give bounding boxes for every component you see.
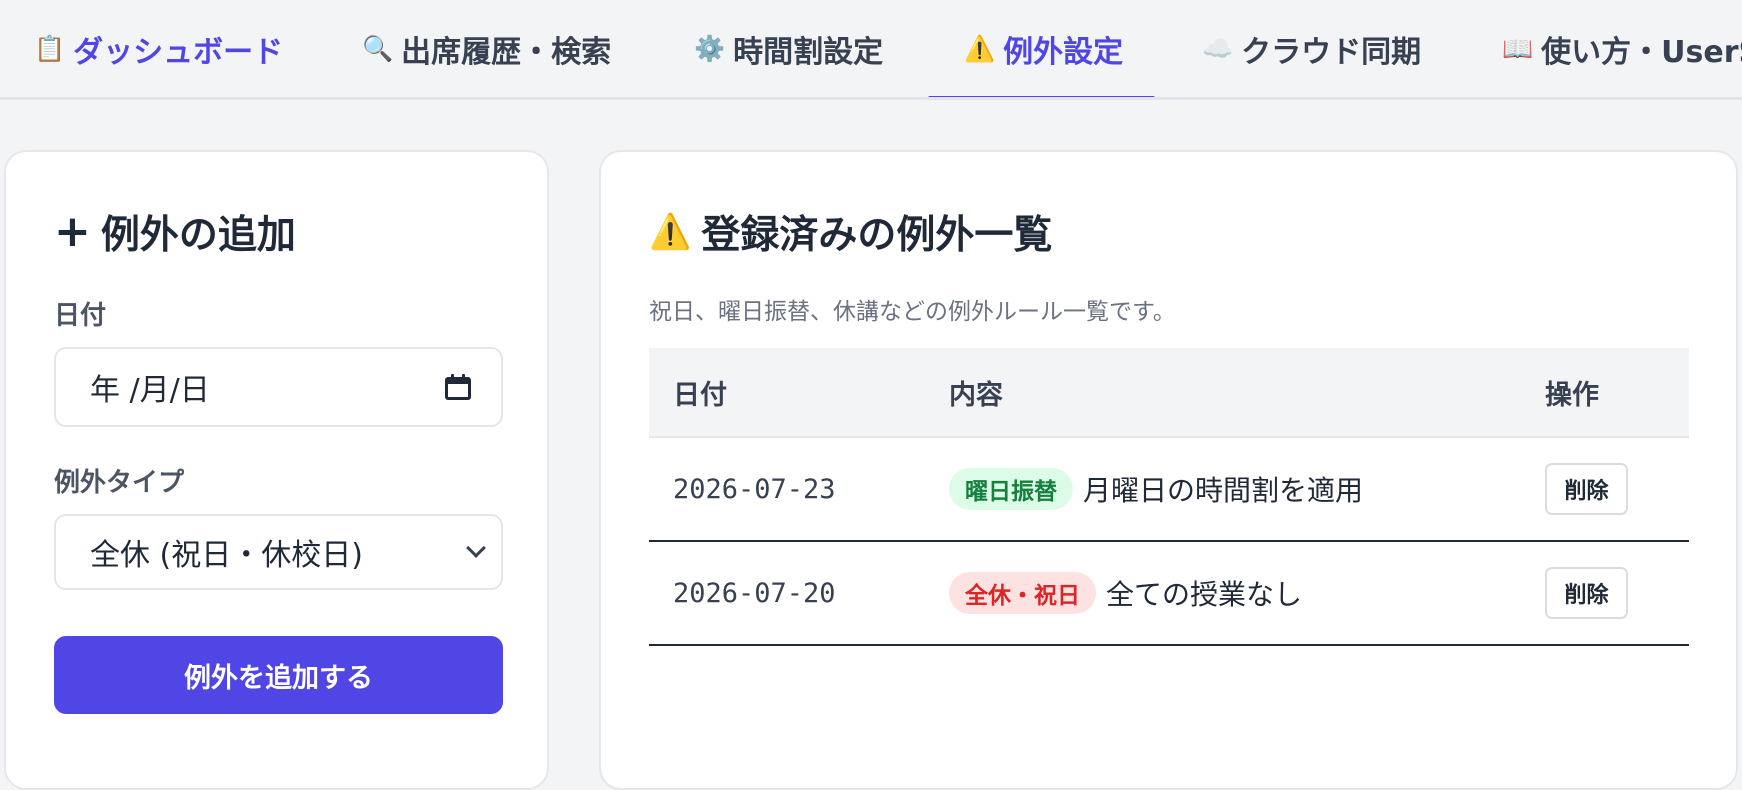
table-row: 2026-07-23 曜日振替 月曜日の時間割を適用 削除 bbox=[649, 438, 1689, 542]
row-content: 全休・祝日 全ての授業なし bbox=[949, 542, 1302, 644]
tab-label: ダッシュボード bbox=[73, 34, 284, 70]
tab-dashboard[interactable]: 📋 ダッシュボード bbox=[34, 0, 283, 97]
tab-label: 使い方・UserS bbox=[1541, 34, 1742, 70]
exception-type-select[interactable]: 全休 (祝日・休校日) bbox=[54, 514, 503, 590]
add-exception-title-text: 例外の追加 bbox=[100, 213, 296, 258]
book-icon: 📖 bbox=[1502, 34, 1534, 63]
tab-usage-guide[interactable]: 📖 使い方・UserS bbox=[1502, 0, 1742, 97]
exceptions-table: 日付 内容 操作 2026-07-23 曜日振替 月曜日の時間割を適用 削除 2… bbox=[649, 348, 1689, 646]
status-badge: 全休・祝日 bbox=[949, 572, 1096, 614]
row-content: 曜日振替 月曜日の時間割を適用 bbox=[949, 438, 1363, 540]
exception-type-label: 例外タイプ bbox=[54, 468, 185, 498]
date-placeholder: 年 /月/日 bbox=[90, 373, 210, 408]
row-description: 月曜日の時間割を適用 bbox=[1083, 474, 1364, 507]
date-label: 日付 bbox=[54, 301, 107, 331]
row-action: 削除 bbox=[1545, 542, 1628, 644]
delete-button[interactable]: 削除 bbox=[1545, 567, 1628, 619]
warning-icon: ⚠️ bbox=[964, 34, 996, 63]
tab-attendance-history[interactable]: 🔍 出席履歴・検索 bbox=[362, 0, 611, 97]
add-exception-button[interactable]: 例外を追加する bbox=[54, 636, 503, 714]
row-description: 全ての授業なし bbox=[1106, 578, 1303, 611]
delete-button[interactable]: 削除 bbox=[1545, 463, 1628, 515]
exception-list-title: ⚠️ 登録済みの例外一覧 bbox=[649, 204, 1052, 260]
exception-list-card: ⚠️ 登録済みの例外一覧 祝日、曜日振替、休講などの例外ルール一覧です。 日付 … bbox=[599, 150, 1738, 790]
column-header-date: 日付 bbox=[673, 379, 727, 411]
row-date: 2026-07-20 bbox=[673, 577, 836, 609]
tab-label: 例外設定 bbox=[1003, 34, 1124, 70]
date-input[interactable]: 年 /月/日 bbox=[54, 347, 503, 427]
tab-label: 出席履歴・検索 bbox=[401, 34, 612, 70]
cloud-icon: ☁️ bbox=[1202, 34, 1234, 63]
top-navigation: 📋 ダッシュボード 🔍 出席履歴・検索 ⚙️ 時間割設定 ⚠️ 例外設定 ☁️ … bbox=[0, 0, 1742, 100]
exception-type-selected: 全休 (祝日・休校日) bbox=[90, 538, 363, 573]
row-action: 削除 bbox=[1545, 438, 1628, 540]
tab-timetable-settings[interactable]: ⚙️ 時間割設定 bbox=[694, 0, 883, 97]
add-exception-card: + 例外の追加 日付 年 /月/日 例外タイプ 全休 (祝日・休校日) 例外を追… bbox=[4, 150, 549, 790]
add-exception-title: + 例外の追加 bbox=[54, 204, 296, 260]
table-row: 2026-07-20 全休・祝日 全ての授業なし 削除 bbox=[649, 542, 1689, 646]
tab-label: クラウド同期 bbox=[1241, 34, 1422, 70]
calendar-icon[interactable] bbox=[445, 374, 471, 400]
plus-icon: + bbox=[54, 206, 91, 257]
chevron-down-icon bbox=[466, 538, 486, 558]
status-badge: 曜日振替 bbox=[949, 468, 1073, 510]
tab-label: 時間割設定 bbox=[733, 34, 884, 70]
exception-list-subtitle: 祝日、曜日振替、休講などの例外ルール一覧です。 bbox=[649, 299, 1176, 325]
warning-icon: ⚠️ bbox=[649, 212, 692, 252]
column-header-action: 操作 bbox=[1545, 379, 1599, 411]
exception-list-title-text: 登録済みの例外一覧 bbox=[701, 213, 1053, 258]
table-header: 日付 内容 操作 bbox=[649, 348, 1689, 438]
magnifier-icon: 🔍 bbox=[362, 34, 394, 63]
row-date: 2026-07-23 bbox=[673, 473, 836, 505]
tab-exception-settings[interactable]: ⚠️ 例外設定 bbox=[927, 0, 1156, 97]
gear-icon: ⚙️ bbox=[694, 34, 726, 63]
clipboard-icon: 📋 bbox=[34, 34, 66, 63]
tab-cloud-sync[interactable]: ☁️ クラウド同期 bbox=[1202, 0, 1421, 97]
column-header-content: 内容 bbox=[949, 379, 1003, 411]
